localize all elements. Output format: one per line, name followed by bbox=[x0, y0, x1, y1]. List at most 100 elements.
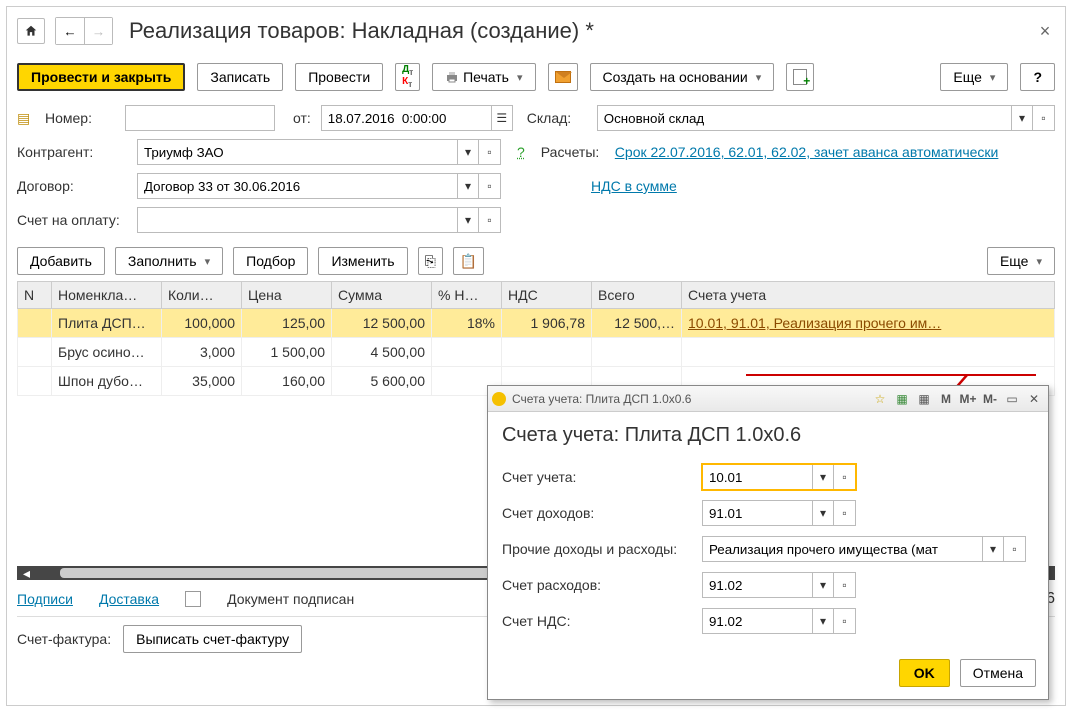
vat-link[interactable]: НДС в сумме bbox=[591, 178, 677, 194]
other-input[interactable] bbox=[702, 536, 982, 562]
cell-vatpct[interactable]: 18% bbox=[432, 309, 502, 338]
cell-price[interactable]: 1 500,00 bbox=[242, 338, 332, 367]
expense-dropdown[interactable]: ▾ bbox=[812, 572, 834, 598]
calendar-button[interactable]: ☰ bbox=[491, 105, 513, 131]
invoice-input[interactable] bbox=[137, 207, 457, 233]
memory-m[interactable]: M bbox=[936, 390, 956, 408]
cell-price[interactable]: 160,00 bbox=[242, 367, 332, 396]
calendar-icon[interactable]: ▦ bbox=[914, 390, 934, 408]
add-row-button[interactable]: Добавить bbox=[17, 247, 105, 275]
copy-rows-button[interactable]: ⎘ bbox=[418, 247, 443, 275]
change-button[interactable]: Изменить bbox=[318, 247, 407, 275]
more-button[interactable]: Еще bbox=[940, 63, 1008, 91]
table-row[interactable]: Брус осино… 3,000 1 500,00 4 500,00 bbox=[18, 338, 1055, 367]
counterparty-help[interactable]: ? bbox=[517, 144, 525, 160]
income-dropdown[interactable]: ▾ bbox=[812, 500, 834, 526]
contract-open[interactable]: ▫ bbox=[479, 173, 501, 199]
close-button[interactable]: × bbox=[1035, 21, 1055, 42]
signatures-link[interactable]: Подписи bbox=[17, 591, 73, 607]
post-and-close-button[interactable]: Провести и закрыть bbox=[17, 63, 185, 91]
cell-qty[interactable]: 100,000 bbox=[162, 309, 242, 338]
accounts-link[interactable]: 10.01, 91.01, Реализация прочего им… bbox=[688, 315, 941, 331]
save-button[interactable]: Записать bbox=[197, 63, 283, 91]
cell-price[interactable]: 125,00 bbox=[242, 309, 332, 338]
date-input[interactable] bbox=[321, 105, 491, 131]
col-n[interactable]: N bbox=[18, 282, 52, 309]
vat-acct-open[interactable]: ▫ bbox=[834, 608, 856, 634]
mail-button[interactable] bbox=[548, 63, 578, 91]
income-open[interactable]: ▫ bbox=[834, 500, 856, 526]
warehouse-open[interactable]: ▫ bbox=[1033, 105, 1055, 131]
fill-button[interactable]: Заполнить bbox=[115, 247, 223, 275]
warehouse-input[interactable] bbox=[597, 105, 1011, 131]
nav-back-button[interactable]: ← bbox=[56, 18, 84, 44]
memory-mminus[interactable]: M- bbox=[980, 390, 1000, 408]
cell-qty[interactable]: 3,000 bbox=[162, 338, 242, 367]
cell-qty[interactable]: 35,000 bbox=[162, 367, 242, 396]
delivery-link[interactable]: Доставка bbox=[99, 591, 159, 607]
home-button[interactable] bbox=[17, 18, 45, 44]
calculator-icon[interactable] bbox=[892, 390, 912, 408]
acct-input[interactable] bbox=[702, 464, 812, 490]
col-total[interactable]: Всего bbox=[592, 282, 682, 309]
create-from-button[interactable]: Создать на основании bbox=[590, 63, 775, 91]
vat-acct-input[interactable] bbox=[702, 608, 812, 634]
table-row[interactable]: Плита ДСП… 100,000 125,00 12 500,00 18% … bbox=[18, 309, 1055, 338]
expense-open[interactable]: ▫ bbox=[834, 572, 856, 598]
acct-open[interactable]: ▫ bbox=[834, 464, 856, 490]
help-button[interactable]: ? bbox=[1020, 63, 1055, 91]
col-accounts[interactable]: Счета учета bbox=[682, 282, 1055, 309]
invoice-dropdown[interactable]: ▾ bbox=[457, 207, 479, 233]
table-more-button[interactable]: Еще bbox=[987, 247, 1055, 275]
col-vatpct[interactable]: % Н… bbox=[432, 282, 502, 309]
post-button[interactable]: Провести bbox=[295, 63, 383, 91]
income-label: Счет доходов: bbox=[502, 505, 702, 521]
cell-total[interactable]: 12 500,… bbox=[592, 309, 682, 338]
cell-sum[interactable]: 5 600,00 bbox=[332, 367, 432, 396]
items-table[interactable]: N Номенкла… Коли… Цена Сумма % Н… НДС Вс… bbox=[17, 281, 1055, 396]
mode-icon[interactable]: ▤ bbox=[17, 110, 35, 127]
dtkt-button[interactable]: ДтКт bbox=[395, 63, 420, 91]
warehouse-dropdown[interactable]: ▾ bbox=[1011, 105, 1033, 131]
vat-acct-dropdown[interactable]: ▾ bbox=[812, 608, 834, 634]
select-button[interactable]: Подбор bbox=[233, 247, 308, 275]
income-input[interactable] bbox=[702, 500, 812, 526]
calc-link[interactable]: Срок 22.07.2016, 62.01, 62.02, зачет ава… bbox=[615, 144, 999, 160]
counterparty-dropdown[interactable]: ▾ bbox=[457, 139, 479, 165]
other-label: Прочие доходы и расходы: bbox=[502, 541, 702, 557]
col-qty[interactable]: Коли… bbox=[162, 282, 242, 309]
sf-label: Счет-фактура: bbox=[17, 631, 111, 647]
new-doc-button[interactable] bbox=[786, 63, 814, 91]
expense-input[interactable] bbox=[702, 572, 812, 598]
counterparty-label: Контрагент: bbox=[17, 144, 127, 160]
col-item[interactable]: Номенкла… bbox=[52, 282, 162, 309]
col-vat[interactable]: НДС bbox=[502, 282, 592, 309]
number-input[interactable] bbox=[125, 105, 275, 131]
sf-button[interactable]: Выписать счет-фактуру bbox=[123, 625, 302, 653]
contract-input[interactable] bbox=[137, 173, 457, 199]
col-price[interactable]: Цена bbox=[242, 282, 332, 309]
cell-item[interactable]: Плита ДСП… bbox=[52, 309, 162, 338]
counterparty-open[interactable]: ▫ bbox=[479, 139, 501, 165]
col-sum[interactable]: Сумма bbox=[332, 282, 432, 309]
popup-ok-button[interactable]: OK bbox=[899, 659, 950, 687]
memory-mplus[interactable]: M+ bbox=[958, 390, 978, 408]
doc-signed-checkbox[interactable] bbox=[185, 591, 201, 607]
favorite-icon[interactable] bbox=[870, 390, 890, 408]
cell-sum[interactable]: 12 500,00 bbox=[332, 309, 432, 338]
cell-sum[interactable]: 4 500,00 bbox=[332, 338, 432, 367]
acct-dropdown[interactable]: ▾ bbox=[812, 464, 834, 490]
cell-item[interactable]: Шпон дубо… bbox=[52, 367, 162, 396]
counterparty-input[interactable] bbox=[137, 139, 457, 165]
popup-cancel-button[interactable]: Отмена bbox=[960, 659, 1036, 687]
popup-minimize[interactable]: ▭ bbox=[1002, 390, 1022, 408]
print-button[interactable]: Печать bbox=[432, 63, 535, 91]
invoice-open[interactable]: ▫ bbox=[479, 207, 501, 233]
cell-vat[interactable]: 1 906,78 bbox=[502, 309, 592, 338]
cell-item[interactable]: Брус осино… bbox=[52, 338, 162, 367]
other-open[interactable]: ▫ bbox=[1004, 536, 1026, 562]
contract-dropdown[interactable]: ▾ bbox=[457, 173, 479, 199]
other-dropdown[interactable]: ▾ bbox=[982, 536, 1004, 562]
paste-rows-button[interactable]: 📋 bbox=[453, 247, 484, 275]
popup-close[interactable]: ✕ bbox=[1024, 390, 1044, 408]
